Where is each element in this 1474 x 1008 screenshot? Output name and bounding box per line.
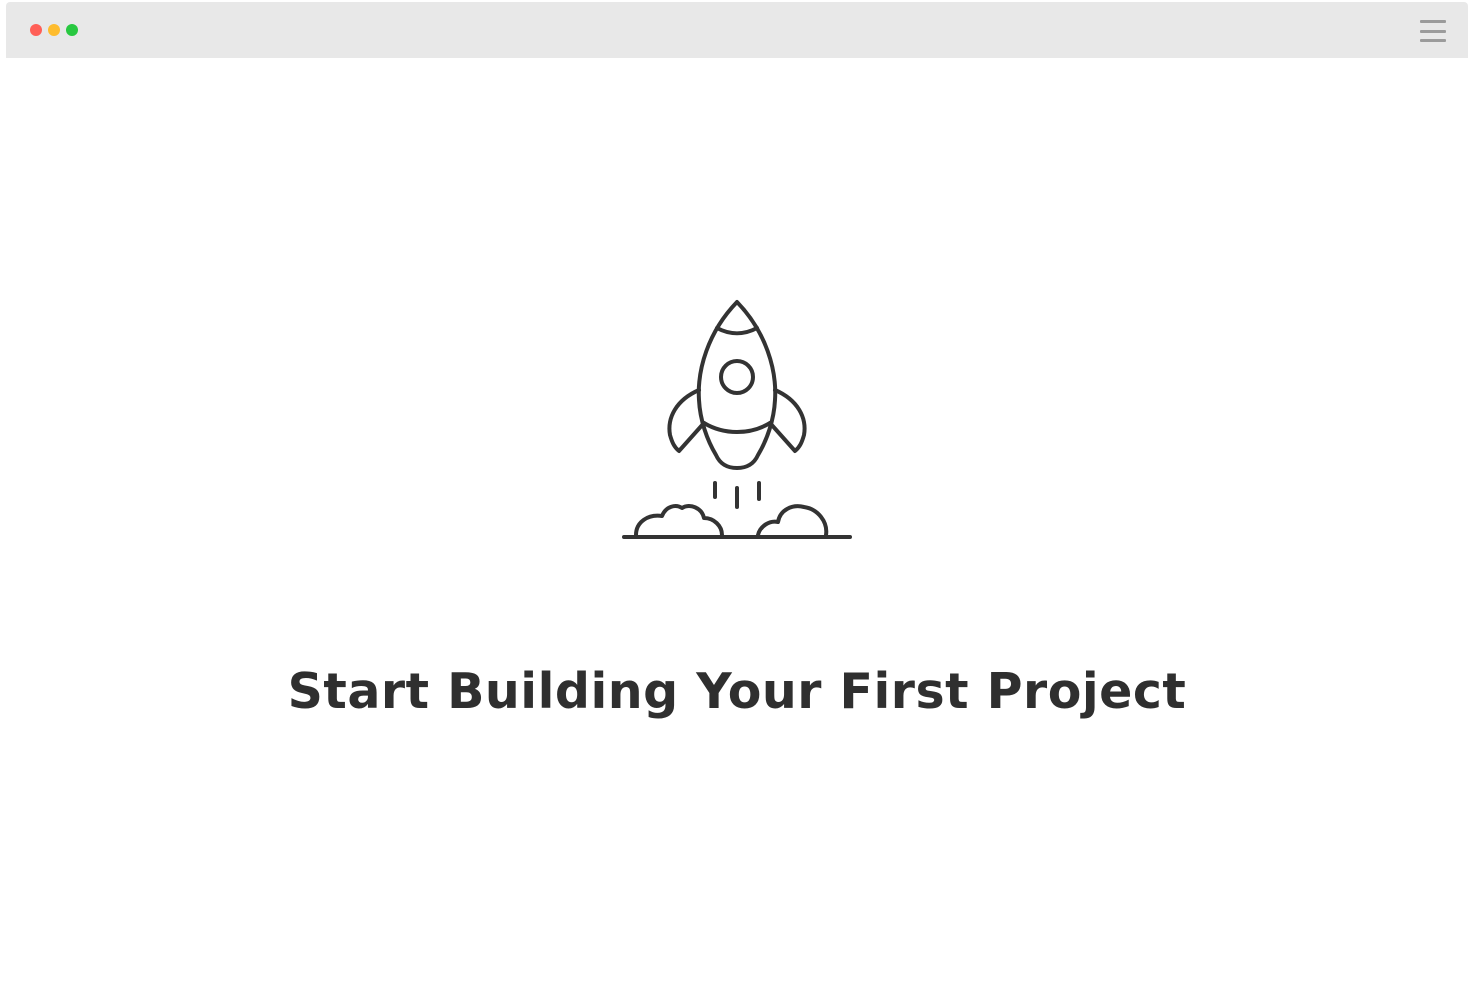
menu-line [1420,39,1446,42]
right-cloud [756,504,829,537]
maximize-button[interactable] [66,24,78,36]
rocket-nose [715,326,759,336]
close-button[interactable] [30,24,42,36]
minimize-button[interactable] [48,24,60,36]
rocket-band [702,421,772,434]
menu-line [1420,20,1446,23]
rocket-body [696,300,778,470]
menu-line [1420,29,1446,33]
window-controls [30,24,78,36]
left-cloud [634,504,724,537]
hamburger-menu-icon[interactable] [1420,19,1446,43]
rocket-window [719,359,755,395]
rocket-launch-icon [612,290,862,550]
window-title-bar [6,2,1468,58]
page-headline: Start Building Your First Project [287,663,1187,720]
